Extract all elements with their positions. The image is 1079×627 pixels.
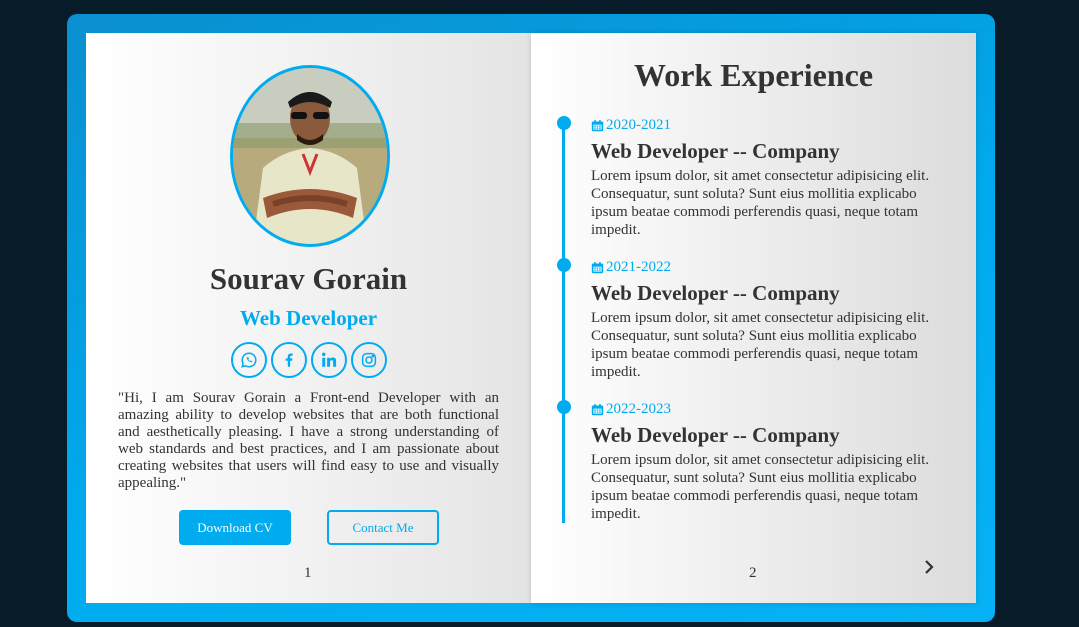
timeline-dot (557, 400, 571, 414)
timeline-date: 2022-2023 (591, 400, 936, 418)
job-title: Web Developer -- Company (591, 139, 840, 163)
contact-me-button[interactable]: Contact Me (327, 510, 439, 545)
profile-bio: "Hi, I am Sourav Gorain a Front-end Deve… (118, 390, 499, 491)
job-title: Web Developer -- Company (591, 423, 840, 447)
timeline-item: 2022-2023 Web Developer -- Company Lorem… (557, 400, 936, 523)
job-description: Lorem ipsum dolor, sit amet consectetur … (591, 168, 930, 238)
profile-photo (230, 65, 390, 247)
page-number-left: 1 (304, 565, 312, 581)
experience-page: Work Experience 2020-2021 Web Developer … (531, 33, 976, 603)
timeline-item: 2021-2022 Web Developer -- Company Lorem… (557, 258, 936, 381)
facebook-icon[interactable] (271, 342, 307, 378)
job-description: Lorem ipsum dolor, sit amet consectetur … (591, 310, 930, 380)
job-title: Web Developer -- Company (591, 281, 840, 305)
page-title: Work Experience (633, 57, 874, 93)
page-number-right: 2 (749, 565, 757, 581)
profile-page: Sourav Gorain Web Developer "Hi, I am So… (86, 33, 531, 603)
timeline-date: 2020-2021 (591, 116, 936, 134)
timeline-dot (557, 258, 571, 272)
timeline-item: 2020-2021 Web Developer -- Company Lorem… (557, 116, 936, 239)
timeline-dot (557, 116, 571, 130)
profile-name: Sourav Gorain (209, 261, 408, 296)
chevron-right-icon[interactable] (922, 559, 936, 575)
instagram-icon[interactable] (351, 342, 387, 378)
download-cv-button[interactable]: Download CV (179, 510, 291, 545)
social-links (231, 342, 387, 378)
calendar-icon (591, 119, 604, 131)
linkedin-icon[interactable] (311, 342, 347, 378)
date-text: 2021-2022 (606, 258, 671, 275)
date-text: 2022-2023 (606, 400, 671, 417)
job-description: Lorem ipsum dolor, sit amet consectetur … (591, 452, 930, 522)
calendar-icon (591, 403, 604, 415)
timeline-date: 2021-2022 (591, 258, 936, 276)
timeline-line (562, 121, 565, 523)
whatsapp-icon[interactable] (231, 342, 267, 378)
calendar-icon (591, 261, 604, 273)
profile-role: Web Developer (239, 306, 378, 330)
date-text: 2020-2021 (606, 116, 671, 133)
